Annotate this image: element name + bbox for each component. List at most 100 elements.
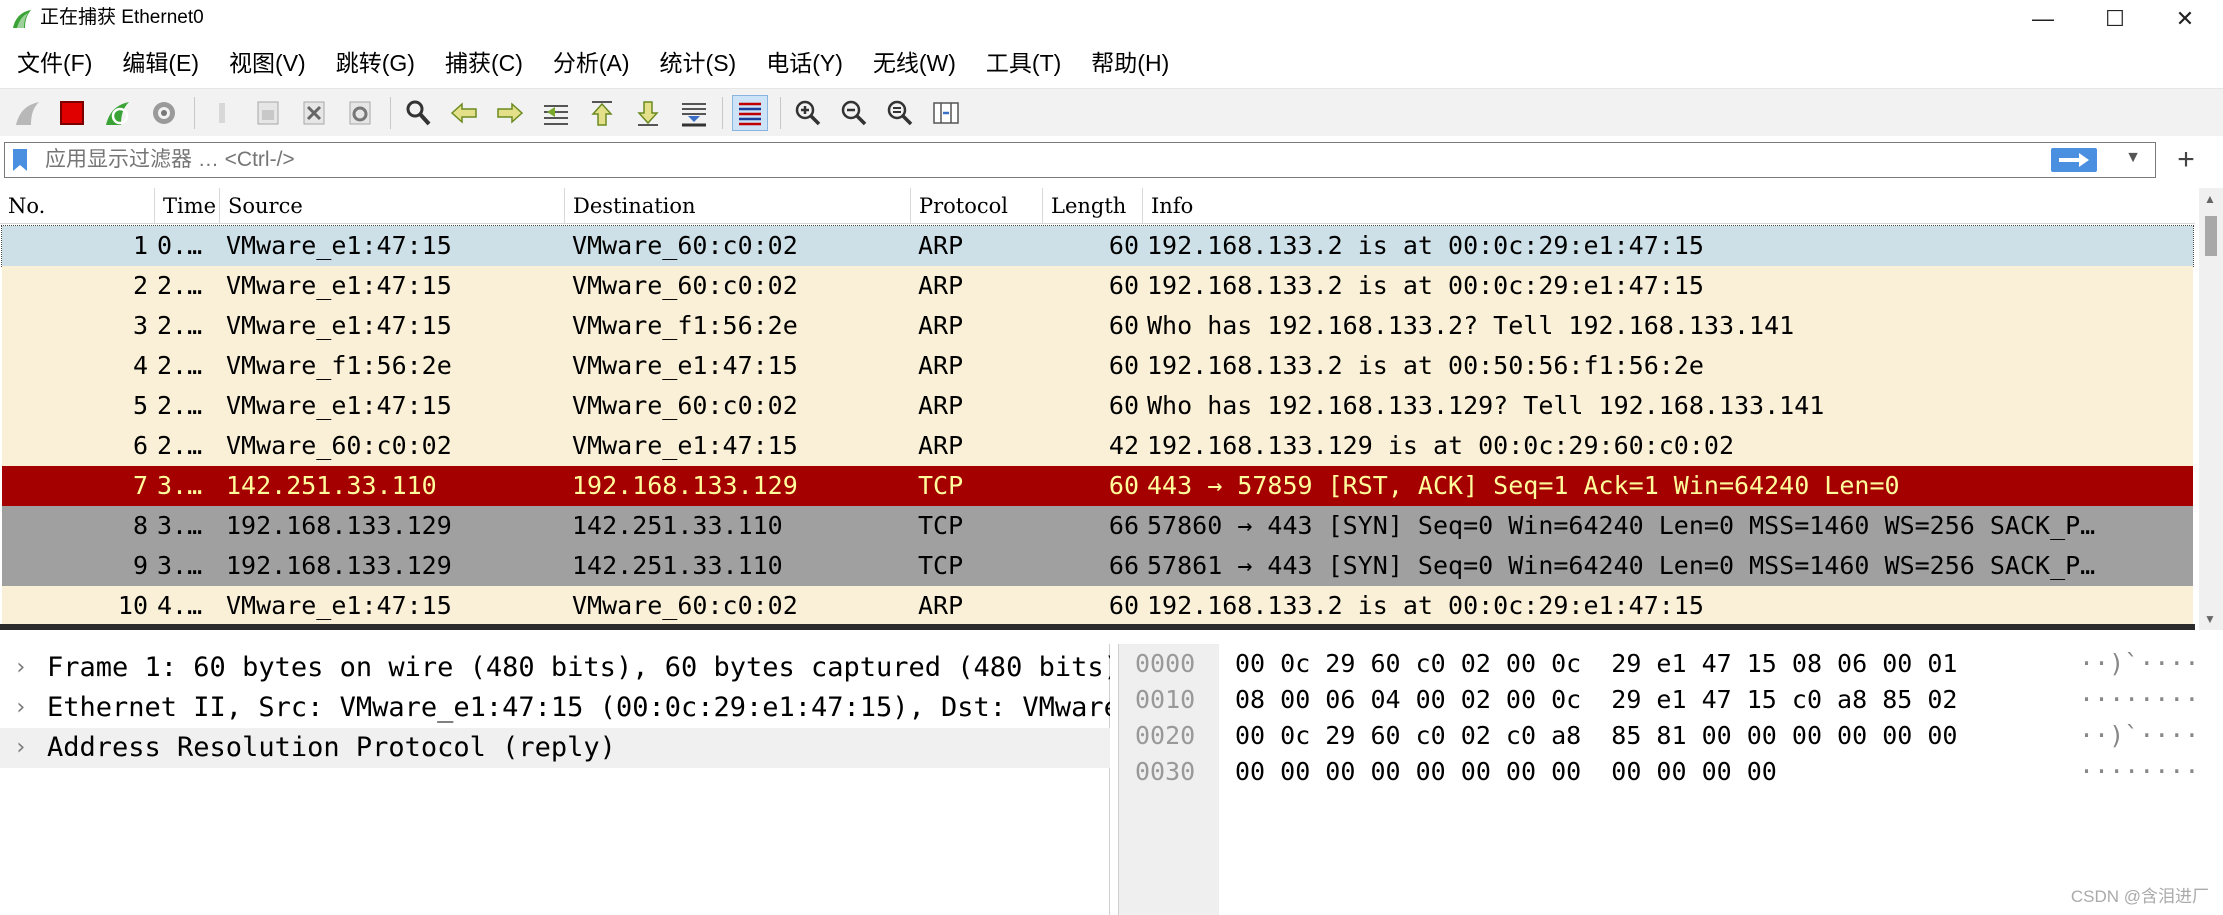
apply-filter-button[interactable] <box>2051 148 2097 172</box>
cell-length: 42 <box>1108 431 1139 460</box>
detail-row-arp[interactable]: › Address Resolution Protocol (reply) <box>0 728 1110 768</box>
cell-no: 3 <box>132 311 148 340</box>
zoom-out-icon[interactable] <box>836 95 872 131</box>
cell-info: Who has 192.168.133.129? Tell 192.168.13… <box>1147 391 1825 420</box>
scrollbar-thumb[interactable] <box>2205 216 2217 256</box>
cell-destination: VMware_60:c0:02 <box>572 231 798 260</box>
cell-info: 57860 → 443 [SYN] Seq=0 Win=64240 Len=0 … <box>1147 511 2096 540</box>
go-forward-icon[interactable] <box>492 95 528 131</box>
minimize-button[interactable]: — <box>2009 0 2077 38</box>
detail-row-ethernet[interactable]: › Ethernet II, Src: VMware_e1:47:15 (00:… <box>0 688 1110 728</box>
expand-chevron-icon[interactable]: › <box>14 728 27 768</box>
display-filter-input[interactable] <box>45 146 2015 174</box>
packet-list: No. Time Source Destination Protocol Len… <box>0 188 2223 630</box>
bytes-ascii[interactable]: ··)`···· <box>2079 718 2199 754</box>
scroll-down-icon[interactable]: ▼ <box>2204 612 2216 626</box>
packet-row[interactable]: 3 2.… VMware_e1:47:15 VMware_f1:56:2e ARP 60 W… <box>2 306 2193 346</box>
column-info[interactable]: Info <box>1143 188 2195 224</box>
packet-list-scrollbar[interactable]: ▲ ▼ <box>2199 188 2223 630</box>
expand-chevron-icon[interactable]: › <box>14 648 27 688</box>
cell-info: 192.168.133.2 is at 00:0c:29:e1:47:15 <box>1147 271 1704 300</box>
column-source[interactable]: Source <box>220 188 565 224</box>
column-no[interactable]: No. <box>0 188 155 224</box>
cell-destination: VMware_e1:47:15 <box>572 351 798 380</box>
packet-row[interactable]: 2 2.… VMware_e1:47:15 VMware_60:c0:02 ARP 60 1… <box>2 266 2193 306</box>
cell-length: 60 <box>1108 271 1139 300</box>
cell-source: VMware_e1:47:15 <box>226 231 452 260</box>
expand-chevron-icon[interactable]: › <box>14 688 27 728</box>
packet-row[interactable]: 1 0.… VMware_e1:47:15 VMware_60:c0:02 ARP 60 1… <box>1 225 2194 267</box>
column-destination[interactable]: Destination <box>565 188 911 224</box>
close-button[interactable]: ✕ <box>2151 0 2219 38</box>
menu-statistics[interactable]: 统计(S) <box>649 40 748 86</box>
detail-row-frame[interactable]: › Frame 1: 60 bytes on wire (480 bits), … <box>0 648 1110 688</box>
go-last-packet-icon[interactable] <box>630 95 666 131</box>
column-time[interactable]: Time <box>155 188 220 224</box>
menu-help[interactable]: 帮助(H) <box>1080 40 1180 86</box>
resize-columns-icon[interactable] <box>928 95 964 131</box>
stop-capture-icon[interactable] <box>54 95 90 131</box>
menu-analyze[interactable]: 分析(A) <box>542 40 641 86</box>
menu-view[interactable]: 视图(V) <box>218 40 317 86</box>
menu-capture[interactable]: 捕获(C) <box>434 40 534 86</box>
main-toolbar <box>0 88 2223 136</box>
cell-protocol: ARP <box>918 231 964 260</box>
packet-row[interactable]: 7 3.… 142.251.33.110 192.168.133.129 TCP 60 44… <box>2 466 2193 506</box>
maximize-button[interactable]: ☐ <box>2081 0 2149 38</box>
bytes-hex[interactable]: 00 00 00 00 00 00 00 00 00 00 00 00 <box>1235 754 1777 790</box>
packet-row[interactable]: 6 2.… VMware_60:c0:02 VMware_e1:47:15 ARP 42 1… <box>2 426 2193 466</box>
menu-telephony[interactable]: 电话(Y) <box>755 40 854 86</box>
normal-size-icon[interactable] <box>882 95 918 131</box>
menu-wireless[interactable]: 无线(W) <box>862 40 967 86</box>
bookmark-icon[interactable] <box>11 148 29 172</box>
go-back-icon[interactable] <box>446 95 482 131</box>
go-to-packet-icon[interactable] <box>538 95 574 131</box>
cell-length: 60 <box>1108 231 1139 260</box>
title-bar: 正在捕获 Ethernet0 — ☐ ✕ <box>0 0 2223 38</box>
add-filter-button[interactable]: + <box>2166 141 2206 179</box>
open-file-icon[interactable] <box>204 95 240 131</box>
scroll-up-icon[interactable]: ▲ <box>2204 192 2216 206</box>
menu-go[interactable]: 跳转(G) <box>325 40 426 86</box>
cell-protocol: TCP <box>918 471 964 500</box>
bytes-offset: 0020 <box>1135 721 1196 750</box>
packet-row[interactable]: 4 2.… VMware_f1:56:2e VMware_e1:47:15 ARP 60 1… <box>2 346 2193 386</box>
packet-row[interactable]: 10 4.… VMware_e1:47:15 VMware_60:c0:02 ARP 60… <box>2 586 2193 626</box>
menu-tools[interactable]: 工具(T) <box>975 40 1072 86</box>
capture-options-icon[interactable] <box>146 95 182 131</box>
cell-length: 60 <box>1108 391 1139 420</box>
bytes-hex[interactable]: 08 00 06 04 00 02 00 0c 29 e1 47 15 c0 a… <box>1235 682 1957 718</box>
cell-destination: VMware_e1:47:15 <box>572 431 798 460</box>
zoom-in-icon[interactable] <box>790 95 826 131</box>
column-length[interactable]: Length <box>1043 188 1143 224</box>
start-capture-icon[interactable] <box>10 95 46 131</box>
bytes-hex[interactable]: 00 0c 29 60 c0 02 c0 a8 85 81 00 00 00 0… <box>1235 718 1957 754</box>
packet-row[interactable]: 5 2.… VMware_e1:47:15 VMware_60:c0:02 ARP 60 W… <box>2 386 2193 426</box>
bytes-ascii[interactable]: ········ <box>2079 682 2199 718</box>
close-file-icon[interactable] <box>296 95 332 131</box>
bytes-offset: 0030 <box>1135 757 1196 786</box>
column-protocol[interactable]: Protocol <box>911 188 1043 224</box>
save-file-icon[interactable] <box>250 95 286 131</box>
bytes-offset: 0010 <box>1135 685 1196 714</box>
cell-destination: 142.251.33.110 <box>572 551 783 580</box>
packet-bytes-pane: 0000 00 0c 29 60 c0 02 00 0c 29 e1 47 15… <box>1118 644 2223 915</box>
packet-row[interactable]: 8 3.… 192.168.133.129 142.251.33.110 TCP 66 57… <box>2 506 2193 546</box>
filter-history-dropdown-icon[interactable]: ▼ <box>2125 149 2141 167</box>
menu-edit[interactable]: 编辑(E) <box>111 40 210 86</box>
bytes-ascii[interactable]: ········ <box>2079 754 2199 790</box>
cell-protocol: ARP <box>918 311 964 340</box>
restart-capture-icon[interactable] <box>100 95 136 131</box>
cell-length: 66 <box>1108 551 1139 580</box>
reload-file-icon[interactable] <box>342 95 378 131</box>
colorize-packets-icon[interactable] <box>732 95 768 131</box>
find-packet-icon[interactable] <box>400 95 436 131</box>
go-first-packet-icon[interactable] <box>584 95 620 131</box>
packet-row[interactable]: 9 3.… 192.168.133.129 142.251.33.110 TCP 66 57… <box>2 546 2193 586</box>
menu-file[interactable]: 文件(F) <box>6 40 103 86</box>
cell-source: 192.168.133.129 <box>226 511 452 540</box>
bytes-hex[interactable]: 00 0c 29 60 c0 02 00 0c 29 e1 47 15 08 0… <box>1235 646 1957 682</box>
autoscroll-icon[interactable] <box>676 95 712 131</box>
bytes-ascii[interactable]: ··)`···· <box>2079 646 2199 682</box>
cell-source: VMware_f1:56:2e <box>226 351 452 380</box>
